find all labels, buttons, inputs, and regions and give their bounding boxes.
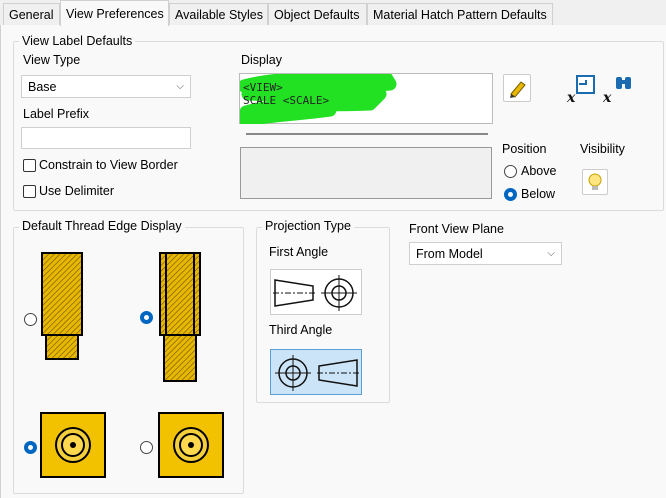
view-label-defaults-title: View Label Defaults	[19, 34, 136, 48]
third-angle-label: Third Angle	[269, 323, 333, 337]
label-prefix-label: Label Prefix	[23, 107, 90, 121]
thread-hole-icon	[159, 252, 201, 382]
tab-available-styles[interactable]: Available Styles	[169, 3, 268, 25]
display-line-2: SCALE <SCALE>	[243, 94, 330, 107]
view-type-select[interactable]: Base ⌵	[21, 75, 191, 98]
thread-option-1-radio[interactable]	[24, 313, 37, 326]
insert-property-icon: x	[566, 75, 595, 106]
lightbulb-icon	[588, 173, 602, 190]
find-property-button[interactable]: x	[602, 74, 634, 106]
label-prefix-input[interactable]	[21, 127, 191, 149]
thread-option-3-radio[interactable]	[24, 441, 37, 454]
insert-property-button[interactable]: x	[566, 74, 596, 106]
position-below-label: Below	[521, 187, 556, 201]
tab-material-hatch[interactable]: Material Hatch Pattern Defaults	[367, 3, 553, 25]
tab-object-defaults[interactable]: Object Defaults	[268, 3, 367, 25]
thread-end-view-full-icon	[158, 412, 224, 478]
visibility-label: Visibility	[580, 142, 625, 156]
view-type-value: Base	[28, 80, 57, 94]
front-view-plane-label: Front View Plane	[409, 222, 504, 236]
first-angle-projection-icon	[273, 275, 357, 311]
tab-view-preferences[interactable]: View Preferences	[60, 0, 169, 26]
binoculars-icon: x	[602, 77, 631, 106]
first-angle-button[interactable]	[270, 269, 362, 315]
position-below-radio[interactable]	[504, 188, 517, 201]
svg-text:x: x	[602, 90, 612, 104]
constrain-checkbox[interactable]	[23, 159, 36, 172]
pencil-icon	[510, 81, 526, 98]
constrain-label: Constrain to View Border	[39, 158, 178, 172]
thread-end-view-icon	[40, 412, 106, 478]
edit-text-button[interactable]	[503, 74, 531, 102]
first-angle-label: First Angle	[269, 245, 329, 259]
separator-line	[246, 133, 488, 135]
display-label: Display	[241, 53, 282, 67]
chevron-down-icon: ⌵	[547, 248, 555, 259]
tab-general[interactable]: General	[3, 3, 60, 25]
visibility-toggle[interactable]	[582, 169, 608, 195]
front-view-plane-select[interactable]: From Model ⌵	[409, 242, 562, 265]
position-above-radio[interactable]	[504, 165, 517, 178]
display-text-field[interactable]: <VIEW> SCALE <SCALE>	[239, 73, 493, 124]
third-angle-button[interactable]	[270, 349, 362, 395]
position-label: Position	[502, 142, 547, 156]
thread-cylinder-icon	[41, 252, 83, 360]
use-delimiter-label: Use Delimiter	[39, 184, 115, 198]
thread-option-2-radio[interactable]	[140, 311, 153, 324]
preview-box	[240, 147, 492, 199]
thread-option-4-radio[interactable]	[140, 441, 153, 454]
display-line-1: <VIEW>	[243, 81, 283, 94]
projection-type-title: Projection Type	[262, 219, 354, 233]
tab-bar: General View Preferences Available Style…	[0, 0, 666, 26]
view-type-label: View Type	[23, 53, 81, 67]
use-delimiter-checkbox[interactable]	[23, 185, 36, 198]
svg-text:x: x	[566, 90, 576, 104]
thread-edge-title: Default Thread Edge Display	[19, 219, 185, 233]
front-view-plane-value: From Model	[416, 247, 483, 261]
position-above-label: Above	[521, 164, 557, 178]
chevron-down-icon: ⌵	[176, 81, 184, 92]
third-angle-projection-icon	[275, 355, 359, 391]
